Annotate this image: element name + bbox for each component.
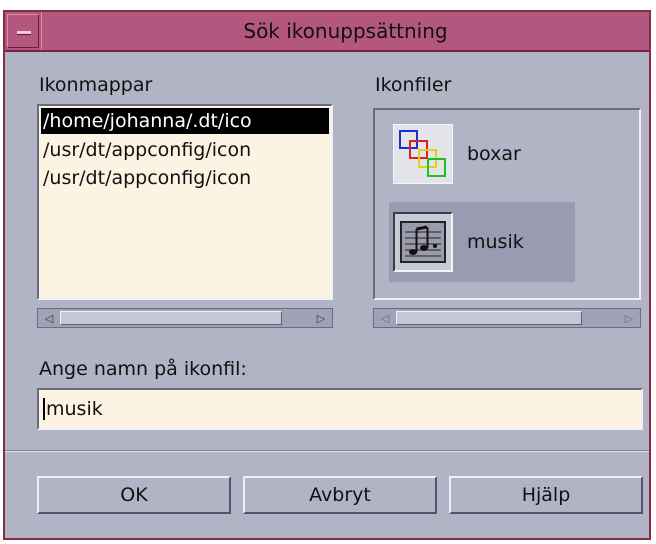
window-title: Sök ikonuppsättning: [41, 12, 649, 50]
scroll-left-arrow-icon[interactable]: ◁: [376, 310, 394, 326]
file-item-musik[interactable]: musik: [389, 202, 575, 282]
icon-filename-value: musik: [46, 398, 103, 420]
icon-filename-label: Ange namn på ikonfil:: [39, 358, 247, 380]
folder-list-item[interactable]: /usr/dt/appconfig/icon: [39, 136, 331, 164]
window-menu-icon: [17, 31, 31, 35]
icon-folders-list[interactable]: /home/johanna/.dt/ico /usr/dt/appconfig/…: [37, 104, 333, 300]
help-button[interactable]: Hjälp: [449, 476, 643, 514]
icon-files-label: Ikonfiler: [375, 74, 452, 96]
button-separator: [5, 450, 649, 452]
folder-list-item[interactable]: /home/johanna/.dt/ico: [41, 108, 329, 134]
icon-folders-label: Ikonmappar: [39, 74, 153, 96]
icon-files-panel[interactable]: boxar musik: [373, 108, 641, 300]
file-name-label: boxar: [467, 143, 521, 165]
folder-list-item[interactable]: /usr/dt/appconfig/icon: [39, 164, 331, 192]
scrollbar-thumb[interactable]: [396, 311, 582, 325]
scrollbar-thumb[interactable]: [60, 311, 282, 325]
music-note-icon: [393, 212, 453, 272]
search-icon-set-dialog: Sök ikonuppsättning Ikonmappar Ikonfiler…: [3, 10, 651, 540]
files-horizontal-scrollbar[interactable]: ◁ ▷: [373, 308, 641, 328]
boxes-icon: [393, 124, 453, 184]
folders-horizontal-scrollbar[interactable]: ◁ ▷: [37, 308, 333, 328]
file-item-boxar[interactable]: boxar: [389, 114, 575, 194]
scroll-right-arrow-icon[interactable]: ▷: [312, 310, 330, 326]
scroll-right-arrow-icon[interactable]: ▷: [620, 310, 638, 326]
scroll-left-arrow-icon[interactable]: ◁: [40, 310, 58, 326]
text-cursor: [43, 397, 45, 420]
window-menu-button[interactable]: [7, 14, 39, 48]
icon-filename-input[interactable]: musik: [37, 388, 643, 430]
ok-button[interactable]: OK: [37, 476, 231, 514]
file-name-label: musik: [467, 231, 524, 253]
cancel-button[interactable]: Avbryt: [243, 476, 437, 514]
title-bar[interactable]: Sök ikonuppsättning: [5, 12, 649, 52]
